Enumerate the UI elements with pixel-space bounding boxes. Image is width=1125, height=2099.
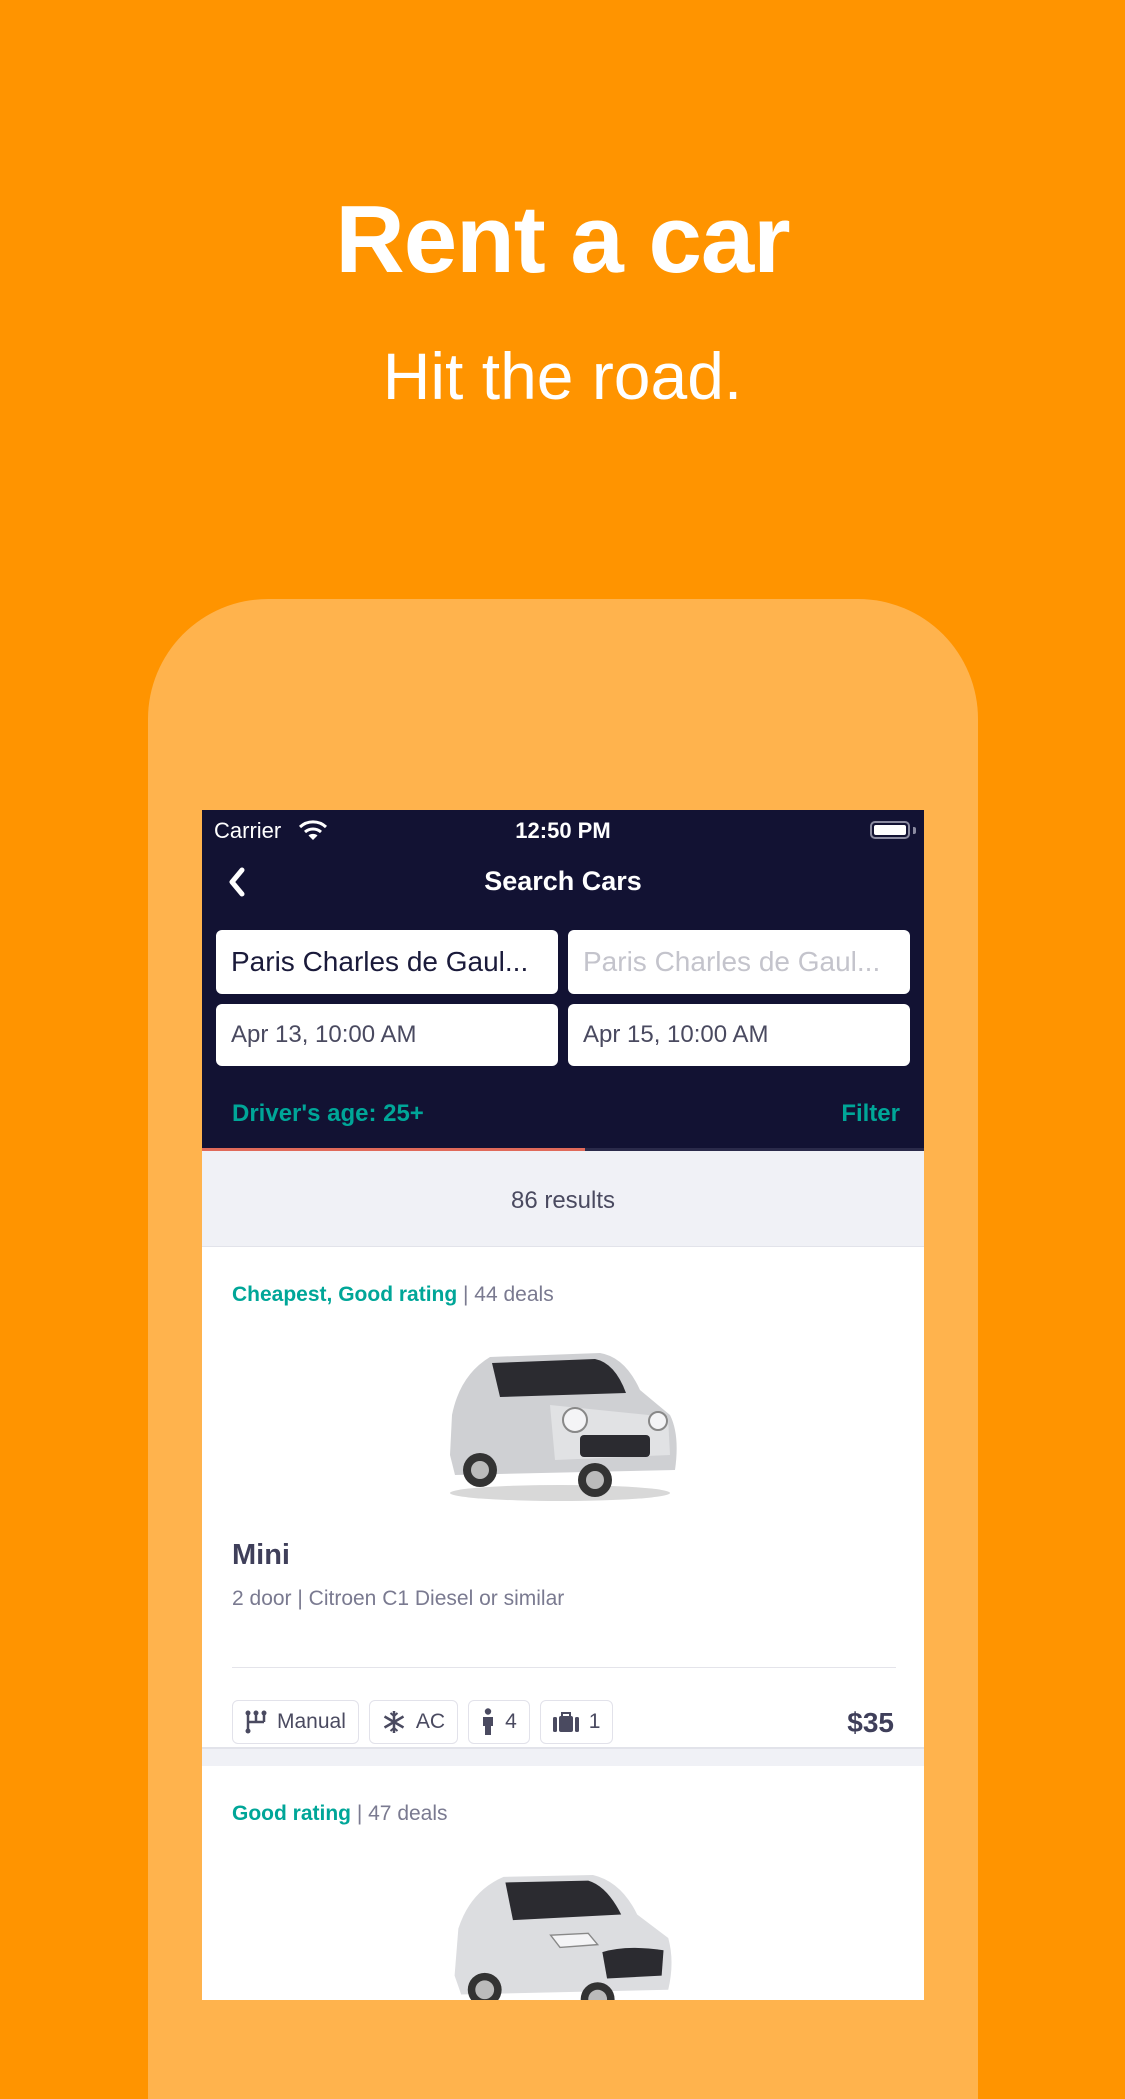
snowflake-icon — [383, 1711, 405, 1733]
transmission-label: Manual — [277, 1710, 346, 1733]
status-time: 12:50 PM — [515, 818, 611, 843]
battery-tip — [913, 827, 916, 834]
dropoff-location-field[interactable]: Paris Charles de Gaul... — [568, 930, 910, 994]
filter-button[interactable]: Filter — [841, 1100, 900, 1128]
battery-icon — [870, 821, 910, 839]
pickup-location-field[interactable]: Paris Charles de Gaul... — [216, 930, 558, 994]
card-divider — [232, 1667, 896, 1668]
transmission-chip: Manual — [232, 1700, 359, 1744]
bags-chip: 1 — [539, 1700, 614, 1744]
car-features: Manual AC 4 1 — [232, 1700, 614, 1744]
page-title: Search Cars — [484, 866, 642, 896]
bags-label: 1 — [588, 1710, 601, 1733]
hero-subtitle: Hit the road. — [382, 339, 743, 413]
status-bar: Carrier 12:50 PM — [202, 810, 924, 850]
car-image — [450, 1353, 677, 1501]
card-deals: | 44 deals — [457, 1283, 554, 1306]
search-header: Carrier 12:50 PM Search Cars Paris Charl… — [202, 810, 924, 1150]
person-icon — [483, 1708, 494, 1735]
card-highlight: Good rating — [232, 1802, 351, 1825]
car-result-card[interactable]: Good rating | 47 deals — [202, 1766, 924, 2000]
app-screen: Carrier 12:50 PM Search Cars Paris Charl… — [202, 810, 924, 2000]
car-image — [454, 1874, 672, 2000]
card-deals: | 47 deals — [351, 1802, 448, 1825]
hero-title: Rent a car — [335, 186, 790, 293]
drivers-age-button[interactable]: Driver's age: 25+ — [232, 1100, 424, 1128]
card-tags: Cheapest, Good rating | 44 deals — [232, 1283, 554, 1307]
car-class: Mini — [232, 1539, 290, 1571]
gear-shift-icon — [245, 1710, 267, 1734]
card-highlight: Cheapest, Good rating — [232, 1283, 458, 1306]
seats-label: 4 — [505, 1710, 517, 1733]
dropoff-date-field[interactable]: Apr 15, 10:00 AM — [568, 1004, 910, 1066]
ac-chip: AC — [368, 1700, 459, 1744]
seats-chip: 4 — [468, 1700, 530, 1744]
car-price: $35 — [847, 1707, 894, 1738]
luggage-icon — [552, 1712, 579, 1732]
results-count: 86 results — [202, 1151, 924, 1247]
car-description: 2 door | Citroen C1 Diesel or similar — [232, 1587, 565, 1610]
pickup-date-field[interactable]: Apr 13, 10:00 AM — [216, 1004, 558, 1066]
card-tags: Good rating | 47 deals — [232, 1802, 448, 1826]
car-result-card[interactable]: Cheapest, Good rating | 44 deals Mini 2 … — [202, 1247, 924, 1749]
ac-label: AC — [415, 1710, 446, 1733]
